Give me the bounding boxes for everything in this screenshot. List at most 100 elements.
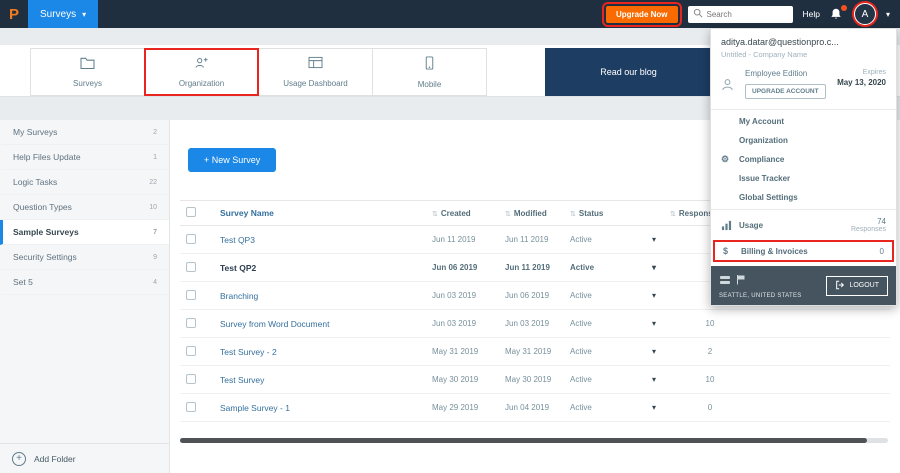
status-label: Active xyxy=(570,263,595,272)
tab-usage-dashboard[interactable]: Usage Dashboard xyxy=(258,48,373,96)
col-created[interactable]: ⇅ Created xyxy=(432,209,505,218)
sidebar-item-label: Sample Surveys xyxy=(13,227,79,237)
sidebar-item[interactable]: Set 5 4 xyxy=(0,270,169,295)
sidebar-item[interactable]: My Surveys 2 xyxy=(0,120,169,145)
search-box[interactable] xyxy=(687,5,793,23)
col-status[interactable]: ⇅ Status xyxy=(570,209,670,218)
row-checkbox[interactable] xyxy=(186,345,196,356)
modified-date: Jun 04 2019 xyxy=(505,403,550,412)
usage-value: 74 xyxy=(877,217,886,226)
help-link[interactable]: Help xyxy=(803,9,820,19)
surveys-menu[interactable]: Surveys ▾ xyxy=(28,0,99,28)
divider xyxy=(711,209,896,210)
top-bar: P Surveys ▾ Upgrade Now Help A ▾ xyxy=(0,0,900,28)
row-checkbox[interactable] xyxy=(186,401,196,412)
menu-item-compliance[interactable]: ⚙ Compliance xyxy=(711,150,896,169)
search-input[interactable] xyxy=(706,9,788,19)
sort-icon: ⇅ xyxy=(505,210,511,218)
menu-item-global-settings[interactable]: Global Settings xyxy=(711,188,896,207)
questionpro-logo[interactable]: P xyxy=(0,6,28,23)
survey-name-link[interactable]: Survey from Word Document xyxy=(220,319,432,329)
modified-date: Jun 06 2019 xyxy=(505,291,550,300)
survey-name-link[interactable]: Branching xyxy=(220,291,432,301)
notifications-bell-icon[interactable] xyxy=(830,5,847,21)
read-our-blog-banner[interactable]: Read our blog xyxy=(545,48,712,96)
tab-organization[interactable]: Organization xyxy=(144,48,259,96)
flag-icon xyxy=(736,272,746,290)
row-checkbox[interactable] xyxy=(186,317,196,328)
folder-icon xyxy=(80,56,95,74)
sidebar-item[interactable]: Security Settings 9 xyxy=(0,245,169,270)
status-label: Active xyxy=(570,319,592,328)
horizontal-scrollbar[interactable] xyxy=(180,438,888,443)
created-date: May 29 2019 xyxy=(432,403,479,412)
table-row: Test Survey May 30 2019 May 30 2019 Acti… xyxy=(180,366,890,394)
add-folder-button[interactable]: + Add Folder xyxy=(0,443,169,473)
menu-item-billing[interactable]: $ Billing & Invoices 0 xyxy=(713,240,894,262)
survey-name-link[interactable]: Test QP3 xyxy=(220,235,432,245)
survey-name-link[interactable]: Test Survey xyxy=(220,375,432,385)
tab-label: Usage Dashboard xyxy=(283,79,348,88)
survey-name-link[interactable]: Sample Survey - 1 xyxy=(220,403,432,413)
row-checkbox[interactable] xyxy=(186,261,196,272)
col-modified-label: Modified xyxy=(513,208,547,218)
row-checkbox[interactable] xyxy=(186,233,196,244)
menu-item-usage[interactable]: Usage 74 Responses xyxy=(711,212,896,238)
status-caret-icon[interactable]: ▾ xyxy=(652,375,656,384)
status-caret-icon[interactable]: ▾ xyxy=(652,319,656,328)
survey-name-link[interactable]: Test Survey - 2 xyxy=(220,347,432,357)
usage-label: Usage xyxy=(739,220,764,230)
menu-item-label: My Account xyxy=(739,117,785,126)
status-cell: Active ▾ xyxy=(570,263,670,272)
tabs: Surveys Organization Usage Dashboard Mob… xyxy=(30,48,487,96)
user-avatar[interactable]: A xyxy=(853,3,876,25)
sidebar-item[interactable]: Question Types 10 xyxy=(0,195,169,220)
modified-date: Jun 11 2019 xyxy=(505,235,549,244)
created-date: May 31 2019 xyxy=(432,347,479,356)
sidebar-item[interactable]: Logic Tasks 22 xyxy=(0,170,169,195)
status-label: Active xyxy=(570,403,592,412)
row-checkbox[interactable] xyxy=(186,289,196,300)
sidebar-item-count: 9 xyxy=(153,253,157,261)
status-caret-icon[interactable]: ▾ xyxy=(652,347,656,356)
logout-button[interactable]: LOGOUT xyxy=(826,275,888,296)
table-row: Sample Survey - 1 May 29 2019 Jun 04 201… xyxy=(180,394,890,422)
sidebar-item-count: 22 xyxy=(149,178,157,186)
status-caret-icon[interactable]: ▾ xyxy=(652,235,656,244)
menu-item-my-account[interactable]: My Account xyxy=(711,112,896,131)
new-survey-button[interactable]: + New Survey xyxy=(188,148,277,172)
created-date: Jun 11 2019 xyxy=(432,235,476,244)
gear-icon: ⚙ xyxy=(721,154,730,164)
tab-surveys[interactable]: Surveys xyxy=(30,48,145,96)
edition-section: Employee Edition UPGRADE ACCOUNT Expires… xyxy=(711,63,896,107)
status-caret-icon[interactable]: ▾ xyxy=(652,291,656,300)
tab-mobile[interactable]: Mobile xyxy=(372,48,487,96)
account-chevron-icon[interactable]: ▾ xyxy=(886,10,890,19)
scrollbar-thumb[interactable] xyxy=(180,438,867,443)
created-date: May 30 2019 xyxy=(432,375,479,384)
sidebar-item-label: Set 5 xyxy=(13,277,33,287)
sidebar-item-count: 1 xyxy=(153,153,157,161)
sidebar-item[interactable]: Help Files Update 1 xyxy=(0,145,169,170)
tab-label: Mobile xyxy=(417,79,442,89)
select-all-checkbox[interactable] xyxy=(186,207,196,217)
add-folder-label: Add Folder xyxy=(34,453,76,464)
status-cell: Active ▾ xyxy=(570,235,670,244)
divider xyxy=(711,109,896,110)
sidebar-item[interactable]: Sample Surveys 7 xyxy=(0,220,169,245)
col-created-label: Created xyxy=(440,208,471,218)
sidebar-item-label: Help Files Update xyxy=(13,152,81,162)
expires-label: Expires xyxy=(862,69,886,76)
col-survey-name[interactable]: Survey Name xyxy=(220,208,432,218)
status-caret-icon[interactable]: ▾ xyxy=(652,263,656,272)
table-row: Survey from Word Document Jun 03 2019 Ju… xyxy=(180,310,890,338)
row-checkbox[interactable] xyxy=(186,373,196,384)
upgrade-now-button[interactable]: Upgrade Now xyxy=(601,1,682,27)
survey-name-link[interactable]: Test QP2 xyxy=(220,263,432,273)
col-modified[interactable]: ⇅ Modified xyxy=(505,209,570,218)
created-date: Jun 03 2019 xyxy=(432,291,477,300)
menu-item-issue-tracker[interactable]: Issue Tracker xyxy=(711,169,896,188)
status-caret-icon[interactable]: ▾ xyxy=(652,403,656,412)
upgrade-account-button[interactable]: UPGRADE ACCOUNT xyxy=(745,84,826,99)
menu-item-organization[interactable]: Organization xyxy=(711,131,896,150)
